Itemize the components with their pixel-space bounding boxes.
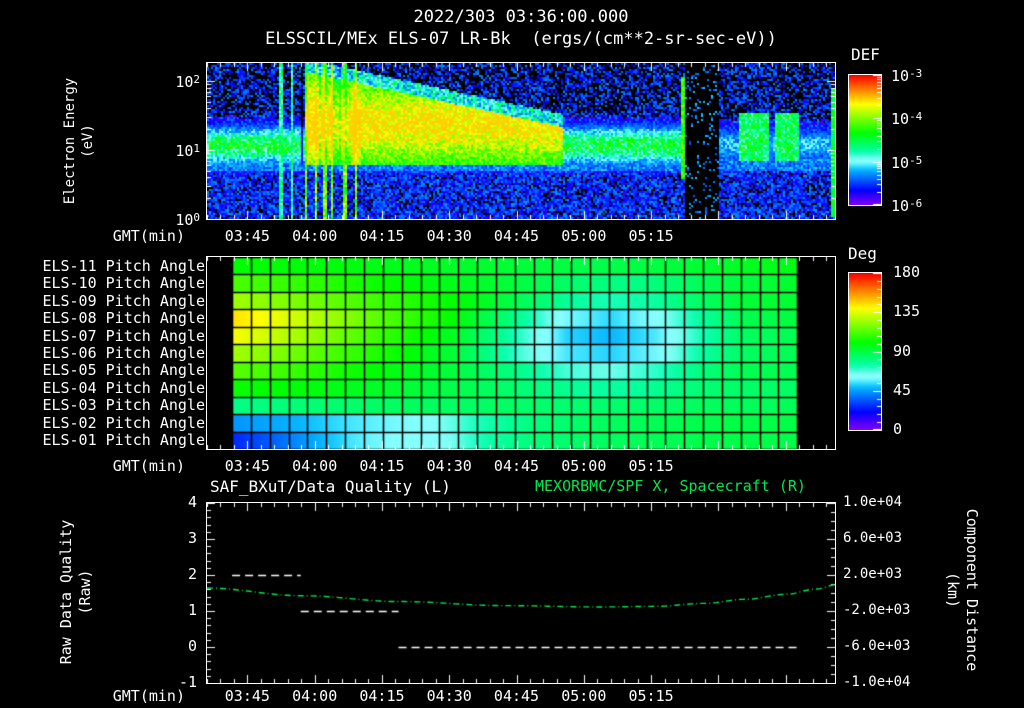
deg-tick-label: 90 [893,341,912,360]
distance-tick-label: -2.0e+03 [843,602,911,618]
def-tick-label: 10-6 [891,197,923,215]
pitch-row-label: ELS-08 Pitch Angle [42,309,205,328]
energy-tick-label: 102 [175,72,200,91]
time-tick-label: 03:45 [224,457,270,475]
units-title: (ergs/(cm**2-sr-sec-eV)) [531,29,777,49]
deg-tick-label: 180 [893,263,921,281]
pitch-row-label: ELS-05 Pitch Angle [42,361,205,380]
bottom-left-title: SAF_BXuT/Data Quality (L) [210,477,451,496]
distance-tick-label: 1.0e+04 [843,494,903,510]
def-tick-label: 10-4 [891,110,923,129]
quality-tick-label: 2 [187,565,197,583]
def-colorbar-title: DEF [851,45,880,64]
time-tick-label: 05:00 [561,227,607,245]
quality-tick-label: -1 [178,673,197,691]
time-tick-label: 04:45 [493,457,540,475]
time-tick-label: 04:00 [292,687,338,705]
plot-screen: 2022/303 03:36:00.000 ELSSCIL/MEx ELS-07… [0,0,1024,708]
pitch-row-label: ELS-02 Pitch Angle [42,413,205,432]
distance-tick-label: 2.0e+03 [843,566,903,582]
time-tick-label: 05:15 [628,687,674,705]
def-tick-label: 10-3 [891,67,923,85]
time-tick-label: 05:00 [561,457,607,475]
datetime-title: 2022/303 03:36:00.000 [413,7,629,27]
time-tick-label: 03:45 [224,687,270,705]
plot-title: ELSSCIL/MEx ELS-07 LR-Bk (ergs/(cm**2-sr… [107,29,935,49]
time-tick-label: 03:45 [224,227,270,245]
pitch-angle-panel [207,257,835,449]
time-tick-label: 04:15 [359,687,405,705]
pitch-row-label: ELS-01 Pitch Angle [42,431,205,450]
time-tick-label: 05:15 [628,457,674,475]
time-tick-label: 04:00 [292,457,338,475]
gmt-label-top: GMT(min) [112,227,185,245]
deg-colorbar [849,273,881,430]
pitch-row-label: ELS-10 Pitch Angle [42,274,205,293]
energy-tick-label: 100 [175,210,200,229]
quality-tick-label: 1 [187,601,197,619]
time-tick-label: 04:15 [359,227,405,245]
deg-tick-label: 0 [893,420,903,438]
raw-data-quality-axis-label: Raw Data Quality (Raw) [57,519,94,665]
distance-tick-label: -1.0e+04 [843,674,911,690]
pitch-row-label: ELS-06 Pitch Angle [42,344,205,362]
bottom-right-title: MEXORBMC/SPF X, Spacecraft (R) [535,477,806,495]
distance-tick-label: -6.0e+03 [843,638,911,654]
deg-tick-label: 135 [893,302,921,321]
spectrogram-panel [207,63,835,219]
time-tick-label: 04:30 [426,687,472,705]
component-distance-axis-label: Component Distance (km) [944,508,981,672]
pitch-row-label: ELS-09 Pitch Angle [42,291,205,310]
time-tick-label: 04:15 [359,457,405,475]
deg-colorbar-title: Deg [848,244,877,263]
quality-tick-label: 3 [187,529,197,547]
time-tick-label: 04:45 [493,227,540,245]
time-tick-label: 04:30 [426,457,472,475]
electron-energy-axis-label: Electron Energy (eV) [62,77,96,205]
def-colorbar [849,75,881,205]
def-tick-label: 10-5 [891,153,923,172]
distance-tick-label: 6.0e+03 [843,530,903,546]
instrument-title: ELSSCIL/MEx ELS-07 LR-Bk [265,29,511,49]
pitch-row-label: ELS-04 Pitch Angle [42,378,205,397]
time-tick-label: 04:30 [426,227,472,245]
time-tick-label: 04:45 [493,687,540,705]
time-tick-label: 05:00 [561,687,607,705]
time-tick-label: 04:00 [292,227,338,245]
quality-distance-panel [207,503,835,683]
deg-tick-label: 45 [893,380,912,399]
energy-tick-label: 101 [175,141,200,160]
quality-tick-label: 0 [187,637,197,655]
pitch-row-label: ELS-07 Pitch Angle [42,326,205,345]
quality-tick-label: 4 [187,493,197,511]
gmt-label-middle: GMT(min) [112,457,185,475]
pitch-row-label: ELS-11 Pitch Angle [42,256,205,275]
pitch-row-label: ELS-03 Pitch Angle [42,396,205,415]
time-tick-label: 05:15 [628,227,674,245]
